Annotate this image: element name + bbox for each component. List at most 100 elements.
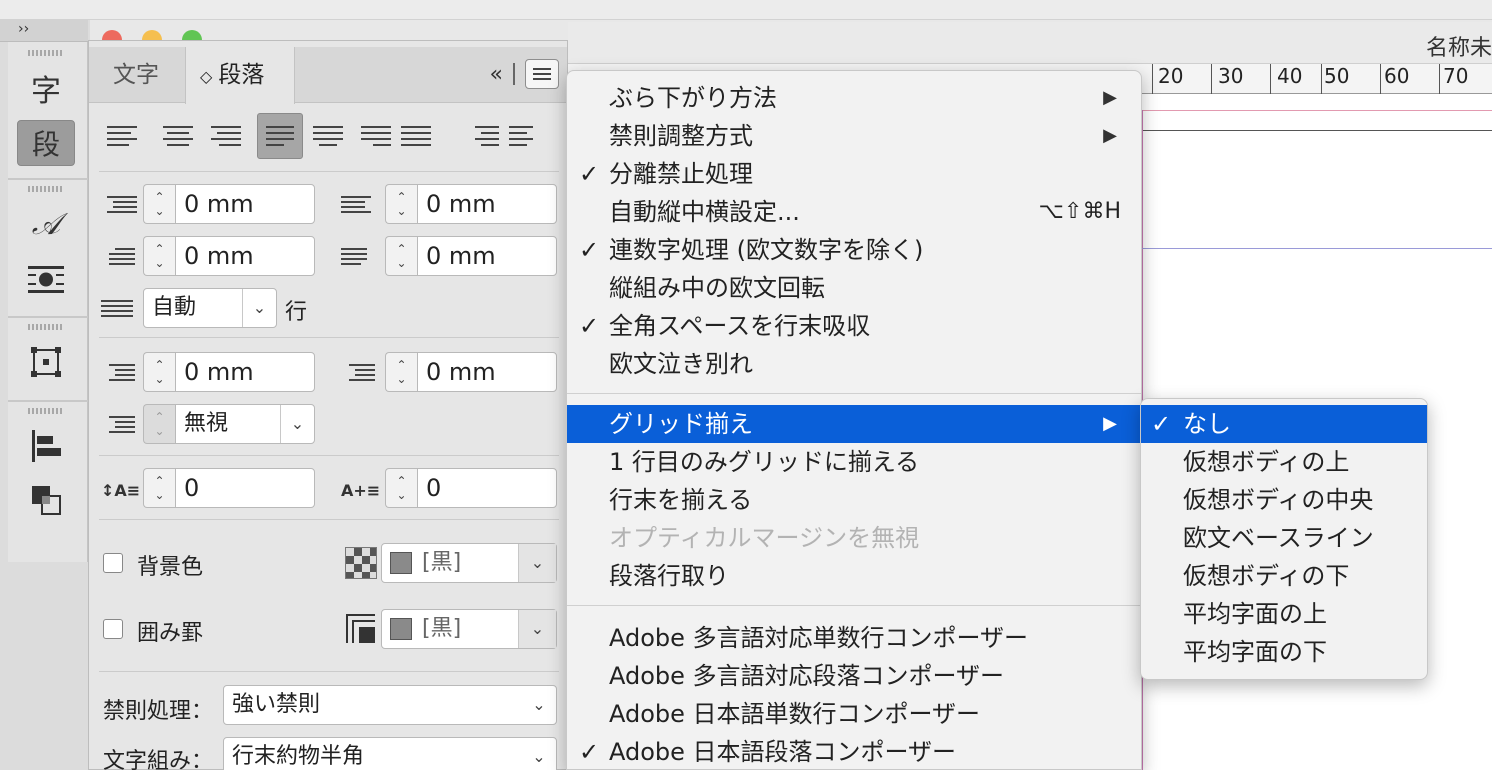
panel-menu-button[interactable] [525,59,559,89]
ruler-tick [1439,64,1440,94]
right-indent-field[interactable]: 0 mm [417,184,557,224]
submenu-item-icf-bottom[interactable]: 平均字面の下 [1141,633,1427,671]
menu-item-no-break[interactable]: ✓ 分離禁止処理 [567,155,1141,193]
drop-cap-chars-field[interactable]: 0 [417,468,557,508]
menu-item-roman-rotation[interactable]: 縦組み中の欧文回転 [567,269,1141,307]
submenu-item-em-box-top[interactable]: 仮想ボディの上 [1141,443,1427,481]
menu-item-label: Adobe 日本語単数行コンポーザー [609,700,981,728]
justify-right-icon[interactable] [353,113,399,159]
menu-item-multilingual-paragraph[interactable]: Adobe 多言語対応段落コンポーザー [567,657,1141,695]
tab-paragraph[interactable]: ◇ 段落 [185,47,295,104]
submenu-item-em-box-center[interactable]: 仮想ボディの中央 [1141,481,1427,519]
space-before-field[interactable]: 0 mm [175,352,315,392]
border-checkbox[interactable] [103,619,123,639]
tab-character[interactable]: 文字 [113,47,159,103]
space-before-icon [101,355,137,389]
justify-center-icon[interactable] [305,113,351,159]
dock-grip[interactable] [28,324,64,330]
submenu-item-em-box-bottom[interactable]: 仮想ボディの下 [1141,557,1427,595]
chevron-down-icon: ⌄ [532,747,546,766]
dock-grip[interactable] [28,186,64,192]
align-panel-icon[interactable] [17,422,75,470]
menu-item-grid-align[interactable]: グリッド揃え ▶ [567,405,1141,443]
space-after-icon [341,355,377,389]
dock-grip[interactable] [28,50,64,56]
menu-item-consecutive-numbers[interactable]: ✓ 連数字処理 (欧文数字を除く) [567,231,1141,269]
expand-dock-button[interactable]: ›› [18,21,29,37]
background-color-checkbox[interactable] [103,553,123,573]
drop-cap-chars-stepper[interactable]: ⌃ ⌄ [385,468,417,508]
text-wrap-icon[interactable] [17,256,75,304]
align-center-icon[interactable] [155,113,201,159]
submenu-item-label: 仮想ボディの中央 [1183,486,1374,514]
line-spacing-unit: 行 [285,300,308,325]
menu-item-japanese-single-line[interactable]: Adobe 日本語単数行コンポーザー [567,695,1141,733]
menu-item-align-line-end[interactable]: 行末を揃える [567,481,1141,519]
submenu-arrow-icon: ▶ [1103,125,1117,146]
last-line-indent-stepper[interactable]: ⌃ ⌄ [385,236,417,276]
color-swatch [390,552,412,574]
border-color-select[interactable]: [黒] ⌄ [381,609,557,649]
align-left-icon[interactable] [107,113,153,159]
ruler-tick [1270,64,1271,94]
border-style-icon[interactable] [345,613,377,645]
dock-separator [8,400,88,402]
align-right-icon[interactable] [203,113,249,159]
left-indent-field[interactable]: 0 mm [175,184,315,224]
first-line-indent-field[interactable]: 0 mm [175,236,315,276]
space-after-field[interactable]: 0 mm [417,352,557,392]
align-toward-spine-icon[interactable] [457,113,503,159]
first-line-indent-stepper[interactable]: ⌃ ⌄ [143,236,175,276]
drop-cap-lines-field[interactable]: 0 [175,468,315,508]
last-line-indent-icon [341,239,377,273]
divider [99,671,559,672]
separator [513,63,515,85]
submenu-item-none[interactable]: ✓ なし [1141,405,1427,443]
collapse-panel-button[interactable]: « [490,62,503,87]
checkmark-icon: ✓ [579,312,600,340]
char-align-stepper[interactable]: ⌃ ⌄ [143,404,175,444]
menu-item-kinsoku-adjust[interactable]: 禁則調整方式 ▶ [567,117,1141,155]
char-align-select[interactable]: 無視 ⌄ [175,404,315,444]
ruler-label: 50 [1324,64,1350,88]
justify-left-icon[interactable] [257,113,303,159]
menu-item-fullwidth-space-absorb[interactable]: ✓ 全角スペースを行末吸収 [567,307,1141,345]
menu-item-auto-tate-chu-yoko[interactable]: 自動縦中横設定... ⌥⇧⌘H [567,193,1141,231]
menu-item-multilingual-single-line[interactable]: Adobe 多言語対応単数行コンポーザー [567,619,1141,657]
swatch-grid-icon[interactable] [345,547,377,579]
paragraph-panel-icon[interactable]: 段 [17,120,75,166]
drop-cap-chars-icon: A+≡ [341,480,381,500]
menu-item-roman-word-break[interactable]: 欧文泣き別れ [567,345,1141,383]
menu-item-label: Adobe 多言語対応段落コンポーザー [609,662,1005,690]
justify-all-icon[interactable] [401,113,447,159]
menu-item-japanese-paragraph[interactable]: ✓ Adobe 日本語段落コンポーザー [567,733,1141,770]
character-panel-icon[interactable]: 字 [17,64,75,112]
mojikumi-select[interactable]: 行末約物半角 ⌄ [223,737,557,770]
chevron-down-icon: ⌄ [280,405,314,443]
kinsoku-select[interactable]: 強い禁則 ⌄ [223,685,557,725]
right-indent-stepper[interactable]: ⌃ ⌄ [385,184,417,224]
mojikumi-value: 行末約物半角 [232,744,365,769]
left-indent-icon [101,187,137,221]
panel-tab-bar: 文字 ◇ 段落 « [89,47,567,104]
divider [99,337,559,338]
drop-cap-lines-stepper[interactable]: ⌃ ⌄ [143,468,175,508]
submenu-item-roman-baseline[interactable]: 欧文ベースライン [1141,519,1427,557]
line-spacing-icon [101,291,137,325]
space-after-stepper[interactable]: ⌃ ⌄ [385,352,417,392]
align-away-from-spine-icon[interactable] [505,113,551,159]
line-spacing-select[interactable]: 自動 ⌄ [143,288,277,328]
last-line-indent-field[interactable]: 0 mm [417,236,557,276]
menu-item-span-lines[interactable]: 段落行取り [567,557,1141,595]
glyphs-panel-icon[interactable]: 𝒜 [17,200,75,248]
transform-panel-icon[interactable] [17,338,75,386]
menu-item-hanging-method[interactable]: ぶら下がり方法 ▶ [567,79,1141,117]
submenu-item-icf-top[interactable]: 平均字面の上 [1141,595,1427,633]
background-color-select[interactable]: [黒] ⌄ [381,543,557,583]
ruler-tick [1152,64,1153,94]
pathfinder-panel-icon[interactable] [17,476,75,524]
left-indent-stepper[interactable]: ⌃ ⌄ [143,184,175,224]
dock-grip[interactable] [28,408,64,414]
space-before-stepper[interactable]: ⌃ ⌄ [143,352,175,392]
menu-item-first-line-grid[interactable]: 1 行目のみグリッドに揃える [567,443,1141,481]
